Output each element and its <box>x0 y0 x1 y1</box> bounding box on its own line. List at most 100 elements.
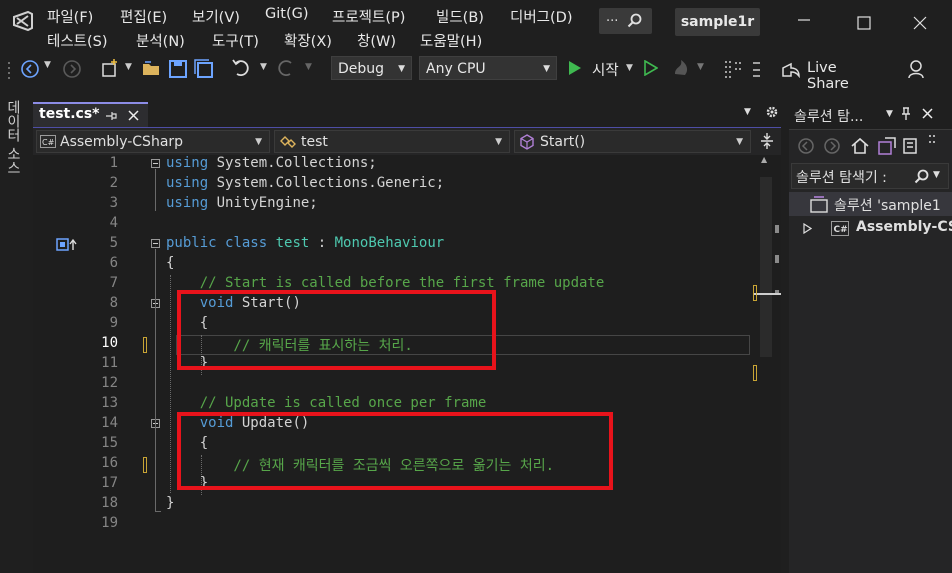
menu-project[interactable]: 프로젝트(P) <box>332 6 405 27</box>
start-without-debugging-icon[interactable] <box>644 60 658 76</box>
fold-toggle[interactable] <box>151 159 160 168</box>
line-number: 9 <box>109 315 118 331</box>
redo-icon[interactable] <box>276 57 296 79</box>
scroll-caret-marker <box>754 293 781 295</box>
menu-extensions[interactable]: 확장(X) <box>284 30 332 51</box>
line-number: 15 <box>101 435 118 451</box>
menu-analyze[interactable]: 분석(N) <box>136 30 185 51</box>
live-share-label: Live Share <box>807 60 849 92</box>
class-dropdown-value: test <box>301 134 328 150</box>
split-editor-icon[interactable] <box>760 132 774 150</box>
member-dropdown[interactable]: Start() ▼ <box>514 130 751 153</box>
feedback-icon[interactable] <box>905 58 927 80</box>
close-window-button[interactable] <box>913 14 927 35</box>
menu-view[interactable]: 보기(V) <box>192 6 240 27</box>
code-token: } <box>166 495 175 511</box>
expand-chevron-icon[interactable] <box>803 223 812 234</box>
code-token: // Update is called once per frame <box>166 395 487 411</box>
code-line[interactable]: } <box>166 495 174 511</box>
toolbar-overflow-icon[interactable] <box>750 58 764 80</box>
code-line[interactable]: using System.Collections.Generic; <box>166 175 444 191</box>
code-token: using <box>166 175 209 191</box>
minimize-button[interactable] <box>797 10 811 31</box>
explorer-toolbar-overflow-icon[interactable] <box>927 132 939 154</box>
line-number: 12 <box>101 375 118 391</box>
tab-test-cs[interactable]: test.cs* <box>33 102 148 127</box>
hot-reload-dropdown-icon[interactable]: ▼ <box>697 62 704 72</box>
code-token: UnityEngine; <box>208 195 318 211</box>
live-share-button[interactable]: Live Share <box>781 58 881 92</box>
start-dropdown-icon: ▼ <box>626 63 633 73</box>
tree-item-solution[interactable]: 솔루션 'sample1 <box>789 192 952 216</box>
undo-dropdown-icon[interactable]: ▼ <box>260 62 267 72</box>
start-label: 시작 <box>592 63 619 79</box>
tab-close-icon[interactable] <box>128 110 139 121</box>
code-line[interactable]: // Update is called once per frame <box>166 395 487 411</box>
switch-views-icon[interactable] <box>877 136 897 156</box>
save-all-icon[interactable] <box>194 59 214 79</box>
code-token: class <box>225 235 268 251</box>
undo-icon[interactable] <box>231 57 251 79</box>
hot-reload-icon[interactable] <box>671 58 693 78</box>
fold-guide-end <box>155 511 161 512</box>
tree-item-project[interactable]: C# Assembly-CS <box>789 216 952 240</box>
menu-test[interactable]: 테스트(S) <box>47 30 108 51</box>
maximize-button[interactable] <box>857 14 871 35</box>
solution-icon <box>810 196 828 213</box>
explorer-forward-icon[interactable] <box>823 137 841 155</box>
new-project-icon[interactable] <box>99 58 121 80</box>
home-icon[interactable] <box>850 136 870 156</box>
pending-changes-filter-icon[interactable] <box>901 136 921 156</box>
menu-file[interactable]: 파일(F) <box>47 6 93 27</box>
fold-guide <box>155 309 156 371</box>
scroll-map-mark <box>775 255 779 263</box>
menu-edit[interactable]: 편집(E) <box>120 6 167 27</box>
start-debugging-button[interactable]: 시작 ▼ <box>566 58 633 80</box>
project-dropdown[interactable]: C# Assembly-CSharp ▼ <box>36 130 270 153</box>
line-number: 4 <box>109 215 118 231</box>
menu-debug[interactable]: 디버그(D) <box>510 6 573 27</box>
new-project-dropdown-icon[interactable]: ▼ <box>125 62 132 72</box>
solution-explorer-search[interactable]: 솔루션 탐색기 : ▼ <box>791 163 949 189</box>
menu-tools[interactable]: 도구(T) <box>212 30 259 51</box>
unity-message-indicator-icon[interactable] <box>56 238 78 252</box>
change-marker <box>143 337 147 353</box>
tab-list-dropdown-icon[interactable]: ▼ <box>744 107 751 117</box>
code-line[interactable]: // Start is called before the first fram… <box>166 275 605 291</box>
editor-vertical-scrollbar[interactable]: ▲ <box>751 155 781 573</box>
menu-help[interactable]: 도움말(H) <box>420 30 482 51</box>
step-over-icon[interactable] <box>722 58 744 80</box>
settings-gear-icon[interactable] <box>765 105 779 119</box>
panel-options-dropdown-icon[interactable]: ▼ <box>886 109 893 119</box>
scroll-up-icon[interactable]: ▲ <box>761 155 769 165</box>
code-token: using <box>166 195 209 211</box>
svg-text:C#: C# <box>834 225 848 235</box>
code-line[interactable]: using System.Collections; <box>166 155 377 171</box>
solution-platform-dropdown[interactable]: Any CPU ▼ <box>419 56 557 80</box>
pin-icon[interactable] <box>900 107 912 121</box>
save-icon[interactable] <box>168 59 188 79</box>
data-sources-tab[interactable]: 데이터 소스 <box>5 100 23 182</box>
search-box[interactable]: ... <box>599 8 652 34</box>
menu-git[interactable]: Git(G) <box>265 6 309 22</box>
fold-guide <box>155 169 156 211</box>
back-dropdown-icon[interactable]: ▼ <box>44 60 51 70</box>
scroll-thumb[interactable] <box>760 177 772 357</box>
navigate-back-icon[interactable] <box>20 59 40 79</box>
class-dropdown[interactable]: test ▼ <box>274 130 510 153</box>
menu-window[interactable]: 창(W) <box>357 30 396 51</box>
explorer-back-icon[interactable] <box>797 137 815 155</box>
redo-dropdown-icon[interactable]: ▼ <box>305 62 312 72</box>
solution-configuration-dropdown[interactable]: Debug ▼ <box>331 56 412 80</box>
fold-toggle[interactable] <box>151 239 160 248</box>
pin-icon[interactable] <box>105 110 117 122</box>
navigate-forward-icon[interactable] <box>62 59 82 79</box>
search-icon <box>627 13 642 28</box>
code-line[interactable]: { <box>166 255 174 271</box>
code-line[interactable]: public class test : MonoBehaviour <box>166 235 444 251</box>
close-panel-icon[interactable] <box>922 108 933 119</box>
menu-build[interactable]: 빌드(B) <box>436 6 484 27</box>
code-line[interactable]: using UnityEngine; <box>166 195 318 211</box>
open-folder-icon[interactable] <box>141 59 161 79</box>
